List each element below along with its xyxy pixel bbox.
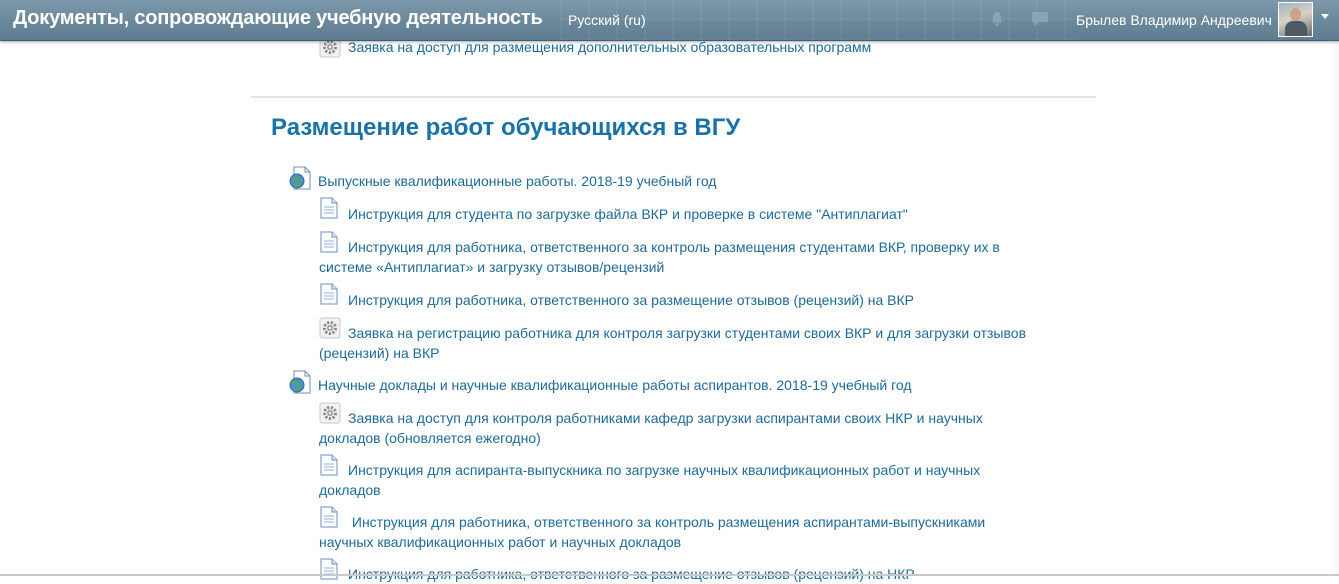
folder-item-vkr[interactable]: Выпускные квалификационные работы. 2018-… (288, 166, 1048, 191)
folder-item-nkr[interactable]: Научные доклады и научные квалификационн… (288, 370, 1048, 395)
chevron-down-icon[interactable] (1321, 14, 1329, 19)
main-content: Заявка на доступ для размещения дополнит… (0, 0, 1339, 582)
avatar-head-shape (1290, 8, 1301, 21)
avatar-body-shape (1285, 21, 1307, 36)
gear-icon (319, 317, 341, 339)
activity-link-line2[interactable]: (рецензий) на ВКР (319, 345, 439, 361)
activity-link-line1[interactable]: Инструкция для работника, ответственного… (348, 239, 1000, 255)
activity-item-instruction-postgrad[interactable]: Инструкция для аспиранта-выпускника по з… (319, 454, 1039, 500)
avatar[interactable] (1278, 2, 1313, 37)
document-icon (320, 283, 338, 305)
user-menu-name[interactable]: Брылев Владимир Андреевич (1076, 12, 1272, 28)
section-divider (251, 96, 1096, 98)
page-scrollbar[interactable] (1332, 40, 1339, 576)
folder-globe-icon (289, 166, 311, 190)
top-navbar: Документы, сопровождающие учебную деятел… (0, 0, 1339, 41)
activity-link-line2[interactable]: научных квалификационных работ и научных… (319, 534, 681, 550)
activity-item-access-request-nkr[interactable]: Заявка на доступ для контроля работникам… (319, 402, 1039, 448)
activity-item-registration-request[interactable]: Заявка на регистрацию работника для конт… (319, 317, 1049, 363)
activity-item-instruction-student-vkr[interactable]: Инструкция для студента по загрузке файл… (319, 197, 1039, 224)
activity-link[interactable]: Инструкция для студента по загрузке файл… (348, 206, 908, 222)
section-title: Размещение работ обучающихся в ВГУ (271, 114, 741, 141)
activity-link-line1[interactable]: Инструкция для аспиранта-выпускника по з… (348, 462, 980, 478)
gear-icon (319, 402, 341, 424)
activity-item-instruction-worker-nkr-reviews[interactable]: Инструкция для работника, ответственного… (319, 558, 1039, 584)
activity-link-line2[interactable]: системе «Антиплагиат» и загрузку отзывов… (319, 259, 664, 275)
document-icon (320, 506, 338, 528)
site-title[interactable]: Документы, сопровождающие учебную деятел… (13, 7, 543, 30)
messages-chat-icon[interactable] (1031, 10, 1049, 28)
folder-link[interactable]: Выпускные квалификационные работы. 2018-… (318, 173, 716, 189)
folder-link[interactable]: Научные доклады и научные квалификационн… (318, 377, 912, 393)
activity-link[interactable]: Заявка на доступ для размещения дополнит… (348, 39, 871, 55)
folder-globe-icon (289, 370, 311, 394)
notifications-bell-icon[interactable] (989, 11, 1005, 27)
activity-link-line2[interactable]: докладов (319, 482, 381, 498)
activity-item-instruction-worker-nkr-control[interactable]: Инструкция для работника, ответственного… (319, 506, 1039, 552)
document-icon (320, 231, 338, 253)
language-menu[interactable]: Русский (ru) (568, 12, 646, 28)
activity-link[interactable]: Инструкция для работника, ответственного… (348, 292, 914, 308)
activity-link-line2[interactable]: докладов (обновляется ежегодно) (319, 430, 541, 446)
activity-link-line1[interactable]: Инструкция для работника, ответственного… (348, 514, 985, 530)
document-icon (320, 197, 338, 219)
document-icon (320, 454, 338, 476)
activity-item-instruction-worker-reviews[interactable]: Инструкция для работника, ответственного… (319, 283, 1039, 310)
document-icon (320, 558, 338, 580)
activity-link-line1[interactable]: Заявка на доступ для контроля работникам… (348, 410, 983, 426)
activity-item-instruction-worker-vkr-control[interactable]: Инструкция для работника, ответственного… (319, 231, 1039, 277)
activity-link-line1[interactable]: Заявка на регистрацию работника для конт… (348, 325, 1026, 341)
